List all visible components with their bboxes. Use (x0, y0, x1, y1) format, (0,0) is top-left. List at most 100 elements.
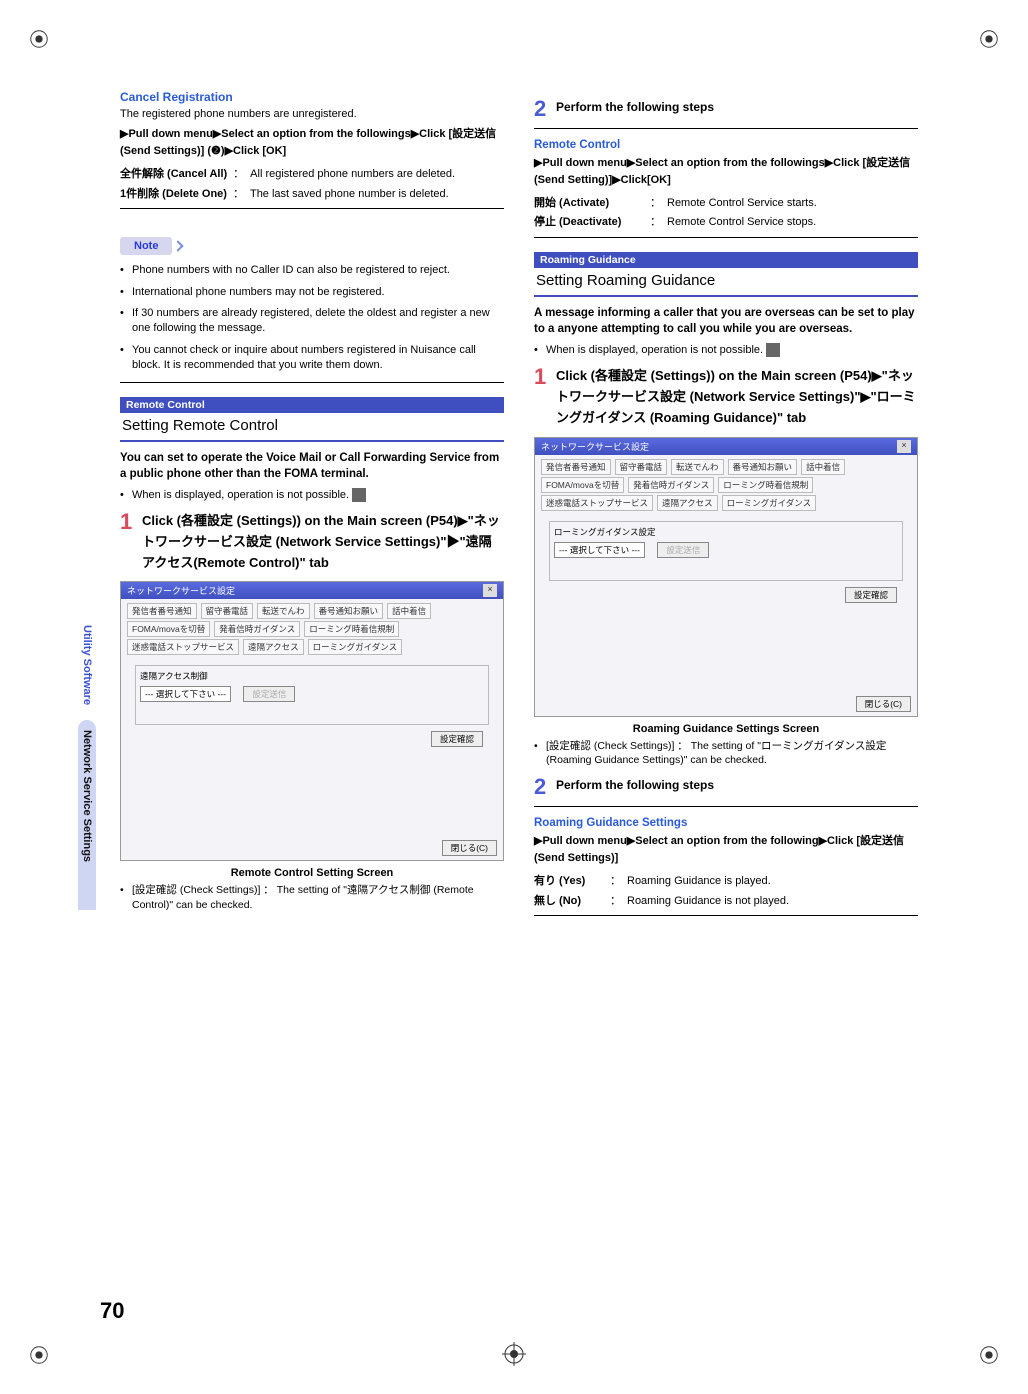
tab[interactable]: 発着信時ガイダンス (628, 477, 714, 493)
window-title: ネットワークサービス設定 (541, 440, 649, 453)
step-number: 2 (534, 98, 556, 120)
remote-when-list: When is displayed, operation is not poss… (120, 488, 504, 503)
step-body: Click (各種設定 (Settings)) on the Main scre… (556, 366, 918, 428)
remote-sub-list: [設定確認 (Check Settings)] ： The setting of… (120, 883, 504, 912)
left-column: Cancel Registration The registered phone… (120, 90, 504, 926)
send-settings-button[interactable]: 設定送信 (657, 542, 709, 558)
tabs-row: 発信者番号通知 留守番電話 転送でんわ 番号通知お願い 話中着信 FOMA/mo… (535, 455, 917, 515)
tab[interactable]: ローミング時着信規制 (304, 621, 399, 637)
tab[interactable]: ローミングガイダンス (722, 495, 817, 511)
list-item: When is displayed, operation is not poss… (534, 343, 918, 358)
frame-label: 遠隔アクセス制御 (140, 670, 484, 682)
list-item: You cannot check or inquire about number… (120, 343, 504, 374)
tab[interactable]: 迷惑電話ストップサービス (541, 495, 653, 511)
note-list: Phone numbers with no Caller ID can also… (120, 263, 504, 373)
remote-control-screenshot: ネットワークサービス設定 × 発信者番号通知 留守番電話 転送でんわ 番号通知お… (120, 581, 504, 861)
term: 1件削除 (Delete One) (120, 187, 227, 202)
cancel-registration-heading: Cancel Registration (120, 90, 504, 104)
tab[interactable]: 転送でんわ (671, 459, 724, 475)
tab[interactable]: FOMA/movaを切替 (541, 477, 624, 493)
table-row: 有り (Yes) ： Roaming Guidance is played. (534, 874, 918, 889)
tab[interactable]: 発信者番号通知 (127, 603, 197, 619)
check-settings-button[interactable]: 設定確認 (431, 731, 483, 747)
window-titlebar: ネットワークサービス設定 × (121, 582, 503, 599)
screenshot-caption: Remote Control Setting Screen (120, 867, 504, 879)
cancel-registration-instr: ▶Pull down menu▶Select an option from th… (120, 126, 504, 159)
table-row: 全件解除 (Cancel All) ： All registered phone… (120, 167, 504, 182)
term: 開始 (Activate) (534, 196, 644, 211)
side-tab-lower: Network Service Settings (78, 720, 96, 910)
close-button[interactable]: 閉じる(C) (856, 696, 911, 712)
step-number: 1 (534, 366, 556, 428)
step-body: Click (各種設定 (Settings)) on the Main scre… (142, 511, 504, 573)
option-dropdown[interactable]: --- 選択して下さい --- (554, 542, 645, 558)
roaming-settings-instr: ▶Pull down menu▶Select an option from th… (534, 833, 918, 866)
tab[interactable]: 話中着信 (387, 603, 431, 619)
remote-settings-instr: ▶Pull down menu▶Select an option from th… (534, 155, 918, 188)
close-icon[interactable]: × (483, 584, 497, 597)
roaming-guidance-header: Roaming Guidance (534, 252, 918, 268)
tab[interactable]: 遠隔アクセス (243, 639, 304, 655)
table-row: 1件削除 (Delete One) ： The last saved phone… (120, 187, 504, 202)
remote-settings-table: 開始 (Activate) ： Remote Control Service s… (534, 196, 918, 231)
step-number: 1 (120, 511, 142, 573)
divider (120, 382, 504, 383)
tab[interactable]: 遠隔アクセス (657, 495, 718, 511)
definition: All registered phone numbers are deleted… (250, 167, 455, 182)
blocked-icon (766, 343, 780, 357)
screenshot-caption: Roaming Guidance Settings Screen (534, 723, 918, 735)
tab[interactable]: 番号通知お願い (728, 459, 798, 475)
send-settings-button[interactable]: 設定送信 (243, 686, 295, 702)
tab[interactable]: ローミング時着信規制 (718, 477, 813, 493)
window-title: ネットワークサービス設定 (127, 584, 235, 597)
option-dropdown[interactable]: --- 選択して下さい --- (140, 686, 231, 702)
divider (534, 237, 918, 238)
close-icon[interactable]: × (897, 440, 911, 453)
roaming-guidance-screenshot: ネットワークサービス設定 × 発信者番号通知 留守番電話 転送でんわ 番号通知お… (534, 437, 918, 717)
tab[interactable]: ローミングガイダンス (308, 639, 403, 655)
table-row: 停止 (Deactivate) ： Remote Control Service… (534, 215, 918, 230)
tab[interactable]: 留守番電話 (615, 459, 668, 475)
tab[interactable]: FOMA/movaを切替 (127, 621, 210, 637)
tab[interactable]: 番号通知お願い (314, 603, 384, 619)
close-button[interactable]: 閉じる(C) (442, 840, 497, 856)
tabs-row: 発信者番号通知 留守番電話 転送でんわ 番号通知お願い 話中着信 FOMA/mo… (121, 599, 503, 659)
divider (534, 915, 918, 916)
step-2b: 2 Perform the following steps (534, 776, 918, 798)
term: 全件解除 (Cancel All) (120, 167, 227, 182)
list-item: International phone numbers may not be r… (120, 285, 504, 300)
definition: Roaming Guidance is not played. (627, 894, 789, 909)
definition: The last saved phone number is deleted. (250, 187, 449, 202)
remote-control-title: Setting Remote Control (120, 413, 504, 442)
step-body: Perform the following steps (556, 776, 714, 798)
tab[interactable]: 転送でんわ (257, 603, 310, 619)
list-item: If 30 numbers are already registered, de… (120, 306, 504, 337)
table-row: 無し (No) ： Roaming Guidance is not played… (534, 894, 918, 909)
registration-mark-icon (28, 1344, 50, 1366)
cancel-reg-table: 全件解除 (Cancel All) ： All registered phone… (120, 167, 504, 202)
divider (120, 208, 504, 209)
term: 無し (No) (534, 894, 604, 909)
list-item: When is displayed, operation is not poss… (120, 488, 504, 503)
roaming-settings-table: 有り (Yes) ： Roaming Guidance is played. 無… (534, 874, 918, 909)
definition: Roaming Guidance is played. (627, 874, 771, 889)
step-number: 2 (534, 776, 556, 798)
roaming-guidance-title: Setting Roaming Guidance (534, 268, 918, 297)
divider (534, 128, 918, 129)
check-settings-button[interactable]: 設定確認 (845, 587, 897, 603)
tab[interactable]: 発信者番号通知 (541, 459, 611, 475)
tab[interactable]: 話中着信 (801, 459, 845, 475)
note-label: Note (120, 237, 172, 255)
settings-frame: ローミングガイダンス設定 --- 選択して下さい --- 設定送信 (549, 521, 903, 581)
tab[interactable]: 留守番電話 (201, 603, 254, 619)
settings-frame: 遠隔アクセス制御 --- 選択して下さい --- 設定送信 (135, 665, 489, 725)
roaming-settings-subheading: Roaming Guidance Settings (534, 817, 918, 829)
step-body: Perform the following steps (556, 98, 714, 120)
roaming-sub-list: [設定確認 (Check Settings)] ： The setting of… (534, 739, 918, 768)
tab[interactable]: 発着信時ガイダンス (214, 621, 300, 637)
blocked-icon (352, 488, 366, 502)
term: 有り (Yes) (534, 874, 604, 889)
registration-mark-icon (978, 28, 1000, 50)
tab[interactable]: 迷惑電話ストップサービス (127, 639, 239, 655)
side-tab-upper: Utility Software (78, 610, 96, 720)
